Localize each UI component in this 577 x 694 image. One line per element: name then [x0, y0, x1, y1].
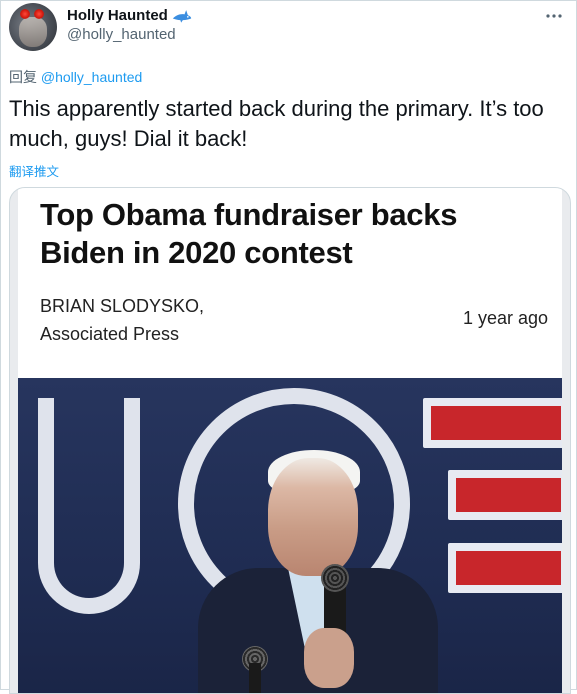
- article-byline: BRIAN SLODYSKO, Associated Press: [40, 292, 204, 348]
- speaker-hand: [304, 628, 354, 688]
- author-block[interactable]: Holly Haunted @holly_haunted: [67, 7, 192, 43]
- banner-letter-e-top: [423, 398, 562, 448]
- article-headline: Top Obama fundraiser backs Biden in 2020…: [40, 197, 458, 270]
- banner-letter-j: [38, 398, 140, 614]
- reply-mention-link[interactable]: @holly_haunted: [41, 69, 142, 85]
- handle[interactable]: @holly_haunted: [67, 26, 192, 43]
- microphone-head: [321, 564, 349, 592]
- article-timestamp: 1 year ago: [462, 308, 548, 328]
- translate-tweet-link[interactable]: 翻译推文: [9, 161, 59, 180]
- article-photo: [18, 378, 562, 693]
- more-options-icon[interactable]: [545, 7, 565, 27]
- avatar-eye-left: [20, 9, 30, 19]
- tweet-media[interactable]: Top Obama fundraiser backs Biden in 2020…: [9, 187, 571, 694]
- stand-microphone: [249, 663, 261, 693]
- tweet-header: Holly Haunted @holly_haunted: [9, 3, 569, 53]
- avatar-eye-right: [34, 9, 44, 19]
- avatar-face: [19, 17, 47, 47]
- reply-context: 回复 @holly_haunted: [9, 67, 142, 87]
- tweet-text: This apparently started back during the …: [9, 96, 544, 151]
- speaker-head: [268, 458, 358, 576]
- article-source: Associated Press: [40, 324, 180, 344]
- display-name[interactable]: Holly Haunted: [67, 7, 168, 24]
- article-card: Top Obama fundraiser backs Biden in 2020…: [18, 188, 562, 378]
- banner-letter-e-middle: [448, 470, 562, 520]
- name-row: Holly Haunted: [67, 7, 192, 24]
- more-options-glyph: [546, 14, 562, 18]
- banner-letter-e-bottom: [448, 543, 562, 593]
- reply-prefix: 回复: [9, 69, 37, 85]
- shark-icon: [172, 9, 192, 23]
- avatar[interactable]: [9, 3, 57, 51]
- article-author: BRIAN SLODYSKO,: [40, 296, 205, 316]
